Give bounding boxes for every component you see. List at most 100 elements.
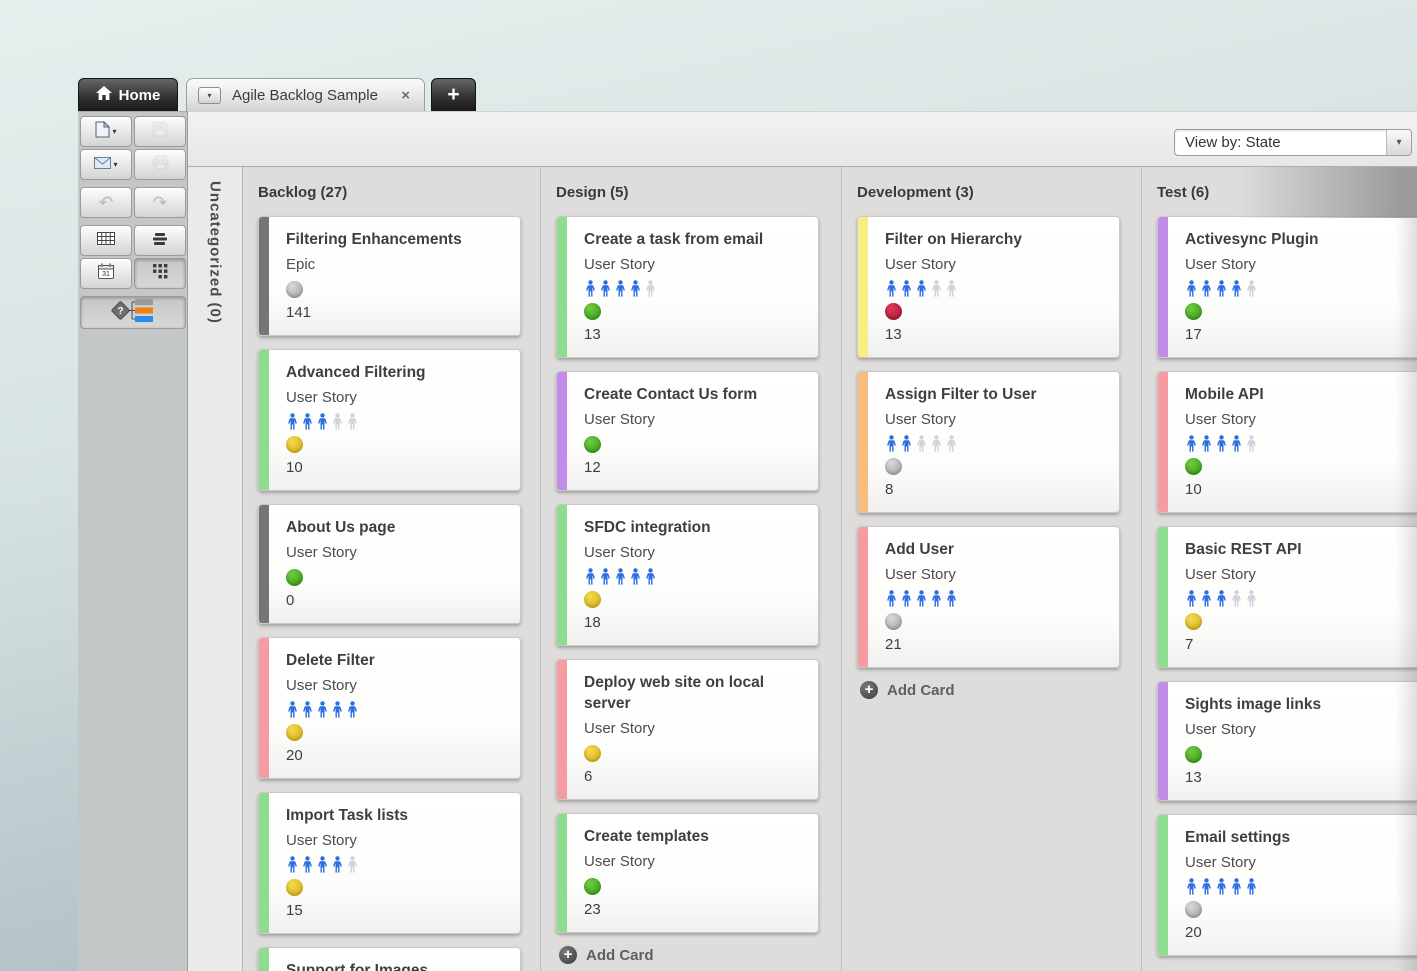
kanban-card[interactable]: Filter on HierarchyUser Story13	[857, 216, 1120, 358]
kanban-card[interactable]: Create a task from emailUser Story13	[556, 216, 819, 358]
kanban-card[interactable]: About Us pageUser Story0	[258, 504, 521, 624]
svg-text:31: 31	[102, 271, 110, 278]
kanban-card[interactable]: Sights image linksUser Story13	[1157, 681, 1417, 801]
green-status-dot	[1185, 303, 1202, 320]
kanban-card[interactable]: Filtering EnhancementsEpic141	[258, 216, 521, 336]
kanban-card[interactable]: Delete FilterUser Story20	[258, 637, 521, 779]
effort-rating	[1185, 590, 1409, 607]
kanban-card[interactable]: Email settingsUser Story20	[1157, 814, 1417, 956]
person-filled-icon	[1200, 878, 1213, 895]
document-tab-label: Agile Backlog Sample	[232, 87, 378, 104]
add-card-label: Add Card	[586, 947, 654, 964]
email-button[interactable]: ▾	[80, 149, 132, 180]
toolbar-group-views: 31	[80, 225, 185, 289]
person-empty-icon	[1245, 590, 1258, 607]
kanban-card[interactable]: Import Task listsUser Story15	[258, 792, 521, 934]
yellow-status-dot	[286, 724, 303, 741]
toolbar-group-undo: ↶ ↷	[80, 187, 185, 218]
card-type: Epic	[286, 254, 510, 275]
card-type: User Story	[584, 718, 808, 739]
person-empty-icon	[915, 435, 928, 452]
person-filled-icon	[301, 856, 314, 873]
person-filled-icon	[900, 590, 913, 607]
kanban-card[interactable]: Assign Filter to UserUser Story8	[857, 371, 1120, 513]
undo-button[interactable]: ↶	[80, 187, 132, 218]
person-filled-icon	[1230, 435, 1243, 452]
card-type: User Story	[584, 851, 808, 872]
card-body: About Us pageUser Story0	[269, 505, 520, 623]
person-filled-icon	[1215, 878, 1228, 895]
board-column: Backlog (27)Filtering EnhancementsEpic14…	[243, 167, 541, 971]
column-header: Design (5)	[556, 183, 821, 203]
add-card-button[interactable]: +Add Card	[860, 681, 1121, 699]
kanban-card[interactable]: SFDC integrationUser Story18	[556, 504, 819, 646]
card-points: 6	[584, 767, 808, 787]
person-filled-icon	[584, 280, 597, 297]
tab-menu-button[interactable]: ▾	[198, 87, 221, 104]
person-filled-icon	[1200, 590, 1213, 607]
orange-priority-stripe	[858, 372, 868, 512]
person-filled-icon	[599, 568, 612, 585]
kanban-card[interactable]: Activesync PluginUser Story17	[1157, 216, 1417, 358]
person-filled-icon	[1200, 280, 1213, 297]
card-points: 20	[1185, 923, 1409, 943]
kanban-card[interactable]: Mobile APIUser Story10	[1157, 371, 1417, 513]
effort-rating	[885, 280, 1109, 297]
chevron-down-icon: ▾	[1386, 130, 1411, 155]
kanban-card[interactable]: Support for Images	[258, 947, 521, 971]
kanban-view-button[interactable]: ?	[80, 296, 186, 329]
person-empty-icon	[644, 280, 657, 297]
person-filled-icon	[915, 590, 928, 607]
kanban-card[interactable]: Advanced FilteringUser Story10	[258, 349, 521, 491]
save-button[interactable]	[134, 116, 186, 147]
redo-button[interactable]: ↷	[134, 187, 186, 218]
pivot-view-button[interactable]	[134, 258, 186, 289]
kanban-card[interactable]: Basic REST APIUser Story7	[1157, 526, 1417, 668]
table-view-button[interactable]	[80, 225, 132, 256]
card-type: User Story	[885, 409, 1109, 430]
chevron-down-icon: ▾	[113, 160, 117, 169]
redo-icon: ↷	[153, 194, 167, 211]
add-card-button[interactable]: +Add Card	[559, 946, 821, 964]
tab-close-button[interactable]: ×	[401, 87, 424, 104]
red-status-dot	[885, 303, 902, 320]
uncategorized-lane[interactable]: Uncategorized (0)	[188, 167, 243, 971]
card-body: Activesync PluginUser Story17	[1168, 217, 1417, 357]
card-title: Create templates	[584, 826, 808, 847]
plus-icon: +	[447, 83, 459, 107]
kanban-card[interactable]: Create Contact Us formUser Story12	[556, 371, 819, 491]
print-icon	[152, 155, 169, 175]
content-area: View by: State ▾ Uncategorized (0) Backl…	[188, 111, 1417, 971]
card-body: Delete FilterUser Story20	[269, 638, 520, 778]
calendar-view-icon: 31	[98, 263, 114, 284]
person-filled-icon	[286, 413, 299, 430]
column-header: Test (6)	[1157, 183, 1417, 203]
person-filled-icon	[1215, 590, 1228, 607]
person-filled-icon	[644, 568, 657, 585]
effort-rating	[1185, 435, 1409, 452]
person-filled-icon	[900, 435, 913, 452]
card-points: 15	[286, 901, 510, 921]
person-empty-icon	[1245, 435, 1258, 452]
card-body: Support for Images	[269, 948, 520, 971]
card-type: User Story	[1185, 409, 1409, 430]
document-tab[interactable]: ▾ Agile Backlog Sample ×	[186, 78, 425, 111]
person-filled-icon	[614, 280, 627, 297]
kanban-card[interactable]: Add UserUser Story21	[857, 526, 1120, 668]
plus-circle-icon: +	[860, 681, 878, 699]
new-tab-button[interactable]: +	[431, 78, 476, 111]
home-tab[interactable]: Home	[78, 78, 178, 111]
card-points: 13	[584, 325, 808, 345]
person-filled-icon	[301, 701, 314, 718]
side-toolbar: ▾ ▾ ↶ ↷ 31	[78, 111, 188, 971]
calendar-view-button[interactable]: 31	[80, 258, 132, 289]
view-toolbar: View by: State ▾	[188, 111, 1417, 167]
kanban-card[interactable]: Create templatesUser Story23	[556, 813, 819, 933]
card-title: Assign Filter to User	[885, 384, 1109, 405]
view-by-select[interactable]: View by: State ▾	[1174, 129, 1412, 156]
new-document-button[interactable]: ▾	[80, 116, 132, 147]
print-button[interactable]	[134, 149, 186, 180]
outline-view-button[interactable]	[134, 225, 186, 256]
card-title: Delete Filter	[286, 650, 510, 671]
kanban-card[interactable]: Deploy web site on local serverUser Stor…	[556, 659, 819, 800]
